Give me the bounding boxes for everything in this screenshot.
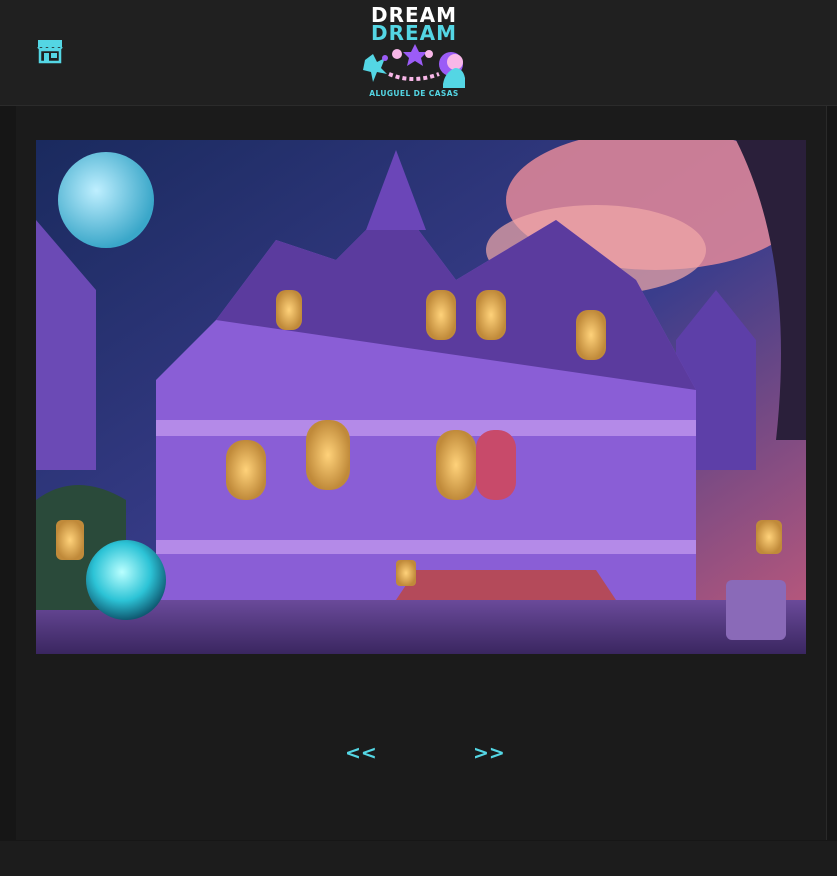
- previous-image-button[interactable]: <<: [345, 742, 377, 764]
- house-photo[interactable]: [36, 140, 806, 654]
- page-footer: [0, 841, 837, 876]
- next-image-button[interactable]: >>: [473, 742, 505, 764]
- site-header: DREAM DREAM ALUGUEL DE CASAS: [0, 0, 837, 106]
- logo-title-line2: DREAM: [370, 21, 458, 45]
- gallery-container: << >>: [16, 106, 827, 840]
- logo-tagline: ALUGUEL DE CASAS: [369, 89, 459, 98]
- storefront-icon[interactable]: [36, 38, 64, 64]
- logo-artwork: [363, 44, 465, 88]
- brand-logo[interactable]: DREAM DREAM ALUGUEL DE CASAS: [363, 4, 465, 100]
